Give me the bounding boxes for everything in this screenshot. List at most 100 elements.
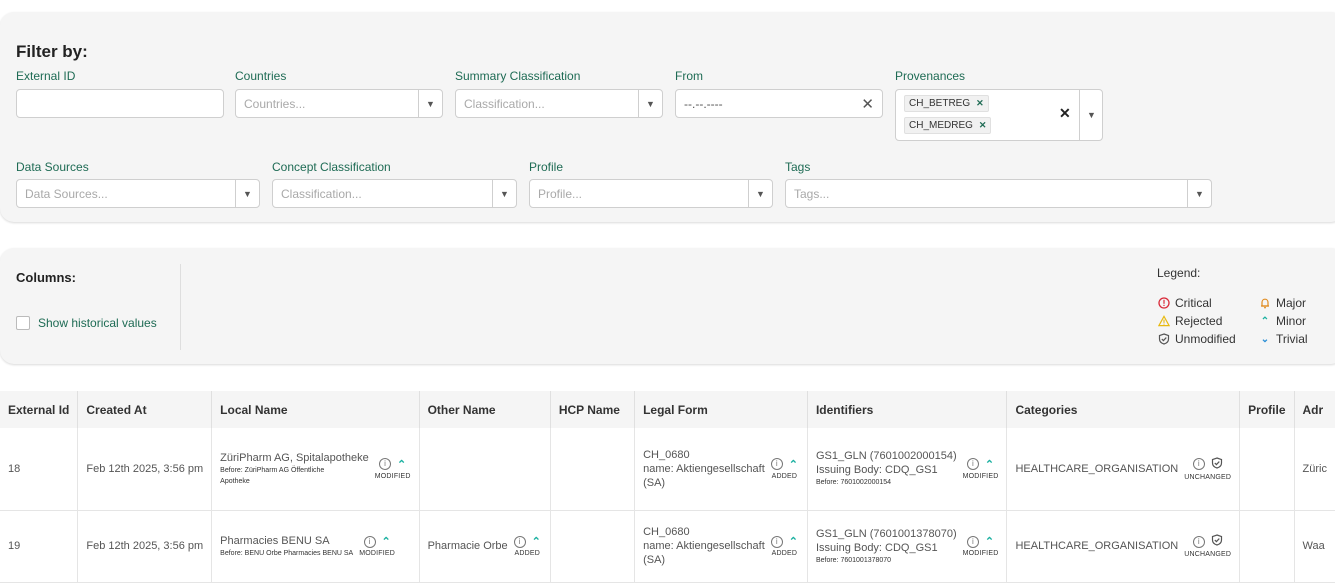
cell-created-at: Feb 12th 2025, 3:56 pm: [77, 510, 213, 583]
warning-icon: [1158, 315, 1170, 327]
header-hcp-name[interactable]: HCP Name: [550, 391, 636, 428]
cell-legal-form: CH_0680 name: Aktiengesellschaft (SA) i ⌃…: [634, 510, 808, 583]
cell-other-name: [419, 428, 551, 511]
info-icon[interactable]: i: [966, 535, 979, 548]
cell-address: Züric: [1294, 428, 1335, 511]
cell-hcp-name: [550, 428, 636, 511]
chevron-down-icon[interactable]: ▼: [1187, 180, 1211, 207]
legend-minor: ⌃ Minor: [1260, 314, 1307, 328]
chevron-down-icon[interactable]: ▼: [1079, 90, 1103, 140]
columns-panel: Columns: Show historical values Legend: …: [0, 248, 1335, 364]
tags-label: Tags: [785, 160, 811, 174]
cell-categories: HEALTHCARE_ORGANISATION i UNCHANGED: [1006, 510, 1241, 583]
header-address[interactable]: Adr: [1294, 391, 1335, 428]
cell-external-id: 18: [0, 428, 79, 511]
clear-all-icon[interactable]: ✕: [1059, 105, 1071, 122]
table-row[interactable]: 18 Feb 12th 2025, 3:56 pm ZüriPharm AG, …: [0, 428, 1335, 511]
chevron-down-icon[interactable]: ▼: [638, 90, 662, 117]
info-icon[interactable]: i: [966, 458, 979, 471]
status-badge: i ⌃ MODIFIED: [962, 458, 999, 480]
remove-chip-icon[interactable]: ✕: [976, 98, 984, 109]
legend-trivial: ⌄ Trivial: [1260, 332, 1308, 346]
filter-title: Filter by:: [16, 42, 88, 61]
show-historical-toggle[interactable]: Show historical values: [16, 316, 157, 330]
shield-check-icon: [1158, 333, 1170, 345]
cell-identifiers: GS1_GLN (7601002000154) Issuing Body: CD…: [807, 428, 1008, 511]
info-icon[interactable]: i: [1192, 535, 1205, 548]
cell-local-name: Pharmacies BENU SA Before: BENU Orbe Pha…: [211, 510, 420, 583]
legend-unmodified: Unmodified: [1158, 332, 1236, 346]
header-created-at[interactable]: Created At: [77, 391, 213, 428]
shield-check-icon: [1211, 534, 1223, 549]
header-other-name[interactable]: Other Name: [419, 391, 551, 428]
status-badge: i ⌃ MODIFIED: [962, 535, 999, 557]
chevron-down-icon[interactable]: ▼: [235, 180, 259, 207]
double-chevron-up-icon: ⌃: [531, 536, 541, 548]
profile-label: Profile: [529, 160, 564, 174]
divider: [180, 264, 181, 350]
cell-categories: HEALTHCARE_ORGANISATION i UNCHANGED: [1006, 428, 1241, 511]
summary-classification-select[interactable]: Classification... ▼: [455, 89, 663, 118]
shield-check-icon: [1211, 457, 1223, 472]
remove-chip-icon[interactable]: ✕: [979, 120, 987, 131]
header-identifiers[interactable]: Identifiers: [807, 391, 1008, 428]
chevron-down-icon[interactable]: ▼: [748, 180, 772, 207]
tags-select[interactable]: Tags... ▼: [785, 179, 1212, 208]
profile-select[interactable]: Profile... ▼: [529, 179, 773, 208]
header-categories[interactable]: Categories: [1006, 391, 1241, 428]
cell-identifiers: GS1_GLN (7601001378070) Issuing Body: CD…: [807, 510, 1008, 583]
chevron-down-icon[interactable]: ▼: [418, 90, 442, 117]
header-profile[interactable]: Profile: [1239, 391, 1295, 428]
countries-label: Countries: [235, 69, 287, 83]
status-badge: i ⌃ MODIFIED: [359, 535, 396, 557]
header-external-id[interactable]: External Id: [0, 391, 79, 428]
provenance-chip-label: CH_MEDREG: [909, 120, 973, 131]
info-icon[interactable]: i: [513, 535, 526, 548]
legend-title: Legend:: [1157, 266, 1201, 280]
table-header-row: External Id Created At Local Name Other …: [0, 391, 1335, 428]
concept-classification-label: Concept Classification: [272, 160, 391, 174]
info-icon[interactable]: i: [363, 535, 376, 548]
double-chevron-up-icon: ⌃: [788, 536, 798, 548]
show-historical-checkbox[interactable]: [16, 316, 30, 330]
header-local-name[interactable]: Local Name: [211, 391, 420, 428]
legend-critical: Critical: [1158, 296, 1212, 310]
show-historical-label: Show historical values: [38, 316, 157, 330]
info-icon[interactable]: i: [770, 535, 783, 548]
cell-local-name: ZüriPharm AG, Spitalapotheke Before: Zür…: [211, 428, 420, 511]
table-row[interactable]: 19 Feb 12th 2025, 3:56 pm Pharmacies BEN…: [0, 510, 1335, 583]
summary-classification-placeholder: Classification...: [464, 96, 545, 111]
cell-external-id: 19: [0, 510, 79, 583]
legend-rejected: Rejected: [1158, 314, 1222, 328]
double-chevron-up-icon: ⌃: [1260, 315, 1270, 327]
provenances-multiselect[interactable]: CH_BETREG ✕ CH_MEDREG ✕ ✕ ▼: [895, 89, 1103, 141]
external-id-input[interactable]: [16, 89, 224, 118]
summary-classification-label: Summary Classification: [455, 69, 581, 83]
concept-classification-select[interactable]: Classification... ▼: [272, 179, 517, 208]
status-badge: i UNCHANGED: [1184, 457, 1231, 481]
cell-other-name: Pharmacie Orbe i ⌃ ADDED: [419, 510, 551, 583]
provenance-chip[interactable]: CH_BETREG ✕: [904, 95, 989, 112]
countries-placeholder: Countries...: [244, 96, 306, 111]
bell-icon: [1259, 297, 1271, 309]
status-badge: i UNCHANGED: [1184, 534, 1231, 558]
provenance-chip[interactable]: CH_MEDREG ✕: [904, 117, 992, 134]
double-chevron-up-icon: ⌃: [984, 458, 995, 471]
status-badge: i ⌃ ADDED: [513, 535, 541, 557]
cell-created-at: Feb 12th 2025, 3:56 pm: [77, 428, 213, 511]
clear-icon[interactable]: ✕: [861, 95, 874, 113]
header-legal-form[interactable]: Legal Form: [634, 391, 808, 428]
info-icon[interactable]: i: [770, 458, 783, 471]
cell-profile: [1239, 428, 1295, 511]
from-label: From: [675, 69, 703, 83]
info-icon[interactable]: i: [379, 458, 392, 471]
chevron-down-icon[interactable]: ▼: [492, 180, 516, 207]
provenances-label: Provenances: [895, 69, 966, 83]
data-sources-select[interactable]: Data Sources... ▼: [16, 179, 260, 208]
from-date-input[interactable]: --.--.---- ✕: [675, 89, 883, 118]
data-sources-label: Data Sources: [16, 160, 89, 174]
results-table: External Id Created At Local Name Other …: [0, 391, 1335, 583]
concept-classification-placeholder: Classification...: [281, 186, 362, 201]
countries-select[interactable]: Countries... ▼: [235, 89, 443, 118]
info-icon[interactable]: i: [1192, 458, 1205, 471]
